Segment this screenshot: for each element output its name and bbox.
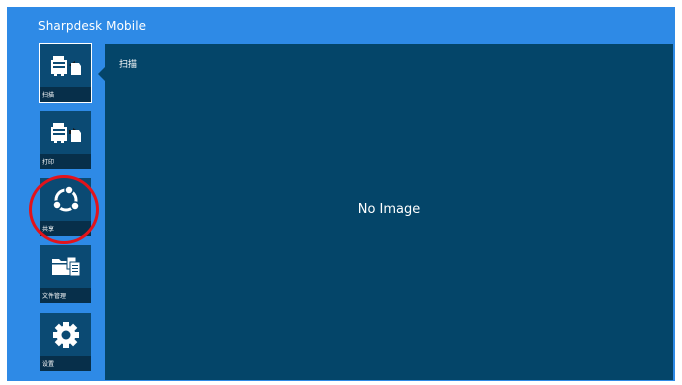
- scan-icon: [40, 44, 91, 87]
- sidebar-item-share[interactable]: 共享: [40, 178, 91, 236]
- sidebar-item-scan[interactable]: 扫描: [39, 43, 92, 103]
- sidebar-item-settings[interactable]: 设置: [40, 313, 91, 371]
- sidebar-item-label: 扫描: [42, 92, 55, 99]
- print-icon: [40, 111, 91, 154]
- sidebar-item-label: 共享: [42, 226, 55, 233]
- selection-pointer: [98, 67, 105, 81]
- sidebar-item-print[interactable]: 打印: [40, 111, 91, 169]
- page-title: 扫描: [119, 60, 138, 70]
- app-title: Sharpdesk Mobile: [38, 19, 147, 33]
- share-icon: [40, 178, 91, 221]
- sidebar-item-label: 文件管理: [42, 293, 67, 300]
- sidebar-item-label: 设置: [42, 361, 55, 368]
- file-management-icon: [40, 245, 91, 288]
- settings-gear-icon: [40, 313, 91, 356]
- main-panel: 扫描 No Image: [105, 44, 673, 380]
- sidebar-item-file-management[interactable]: 文件管理: [40, 245, 91, 303]
- app-window: Sharpdesk Mobile 扫描 打印 共享 文件管理 设置 扫描 No …: [7, 7, 675, 381]
- no-image-placeholder: No Image: [357, 202, 421, 217]
- sidebar-item-label: 打印: [42, 159, 55, 166]
